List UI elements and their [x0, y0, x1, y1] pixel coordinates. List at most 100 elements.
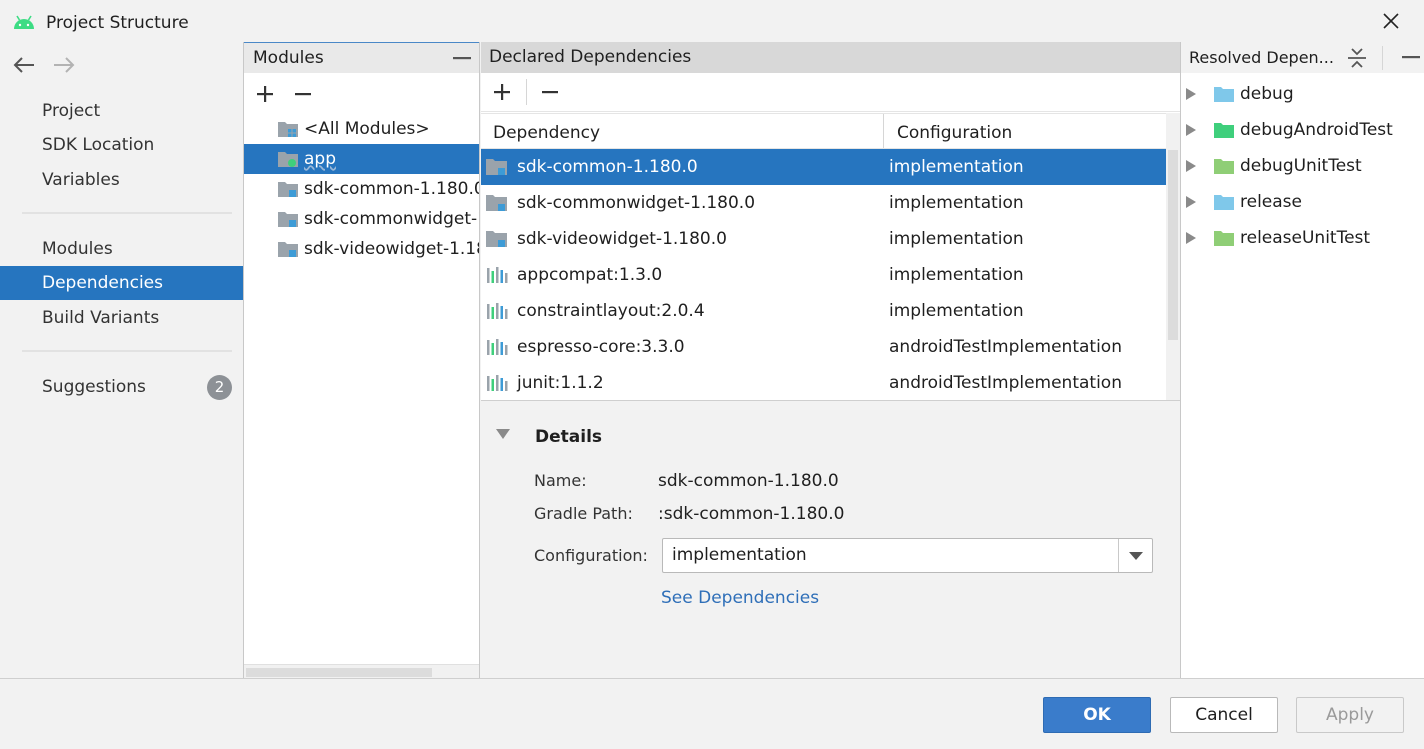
- expand-triangle-icon[interactable]: [1186, 88, 1196, 100]
- dialog-button-bar: OK Cancel Apply: [0, 678, 1424, 749]
- add-dependency-button[interactable]: [487, 73, 517, 112]
- toolbar-divider: [526, 79, 527, 105]
- resolved-item-release[interactable]: release: [1181, 184, 1424, 220]
- nav-divider: [22, 212, 232, 214]
- gradle-path-label: Gradle Path:: [534, 504, 633, 523]
- declared-dependencies-header: Declared Dependencies: [481, 42, 1180, 73]
- library-bars-icon: [487, 339, 508, 355]
- nav-item-modules[interactable]: Modules: [0, 232, 243, 266]
- scrollbar-thumb[interactable]: [246, 668, 432, 677]
- plus-icon: [494, 84, 510, 100]
- remove-module-button[interactable]: [288, 75, 318, 112]
- nav-item-suggestions[interactable]: Suggestions 2: [0, 370, 243, 404]
- expand-triangle-icon[interactable]: [1186, 196, 1196, 208]
- folder-icon: [1214, 87, 1234, 102]
- modules-panel-title: Modules: [253, 48, 324, 68]
- module-item-sdk-videowidget[interactable]: sdk-videowidget-1.180.0: [244, 234, 479, 264]
- forward-arrow-icon[interactable]: [50, 53, 76, 77]
- folder-icon: [1214, 159, 1234, 174]
- nav-divider: [22, 350, 232, 352]
- column-header-configuration[interactable]: Configuration: [897, 123, 1012, 143]
- module-folder-icon: [486, 231, 507, 247]
- modules-toolbar: [244, 75, 479, 112]
- module-folder-icon: [486, 159, 507, 175]
- details-title: Details: [535, 427, 603, 447]
- folder-icon: [1214, 123, 1234, 138]
- table-row[interactable]: constraintlayout:2.0.4 implementation: [481, 293, 1166, 329]
- minimize-icon[interactable]: [453, 57, 471, 61]
- configuration-combobox[interactable]: implementation: [662, 538, 1153, 573]
- library-bars-icon: [487, 303, 508, 319]
- nav-item-variables[interactable]: Variables: [0, 163, 243, 197]
- nav-item-project[interactable]: Project: [0, 94, 243, 128]
- close-icon[interactable]: [1380, 10, 1402, 32]
- table-row[interactable]: sdk-videowidget-1.180.0 implementation: [481, 221, 1166, 257]
- modules-horizontal-scrollbar[interactable]: [244, 664, 479, 678]
- resolved-item-debug[interactable]: debug: [1181, 76, 1424, 112]
- nav-item-sdk-location[interactable]: SDK Location: [0, 128, 243, 162]
- minus-icon: [542, 91, 558, 94]
- name-value: sdk-common-1.180.0: [658, 471, 839, 491]
- combobox-arrow-button[interactable]: [1118, 539, 1152, 572]
- minus-icon: [295, 93, 311, 96]
- toolbar-divider: [1382, 46, 1383, 70]
- resolved-item-debug-android-test[interactable]: debugAndroidTest: [1181, 112, 1424, 148]
- column-header-dependency[interactable]: Dependency: [493, 123, 600, 143]
- resolved-item-debug-unit-test[interactable]: debugUnitTest: [1181, 148, 1424, 184]
- modules-panel-header: Modules: [244, 42, 479, 73]
- minimize-icon[interactable]: [1402, 56, 1420, 60]
- table-row[interactable]: junit:1.1.2 androidTestImplementation: [481, 365, 1166, 401]
- resolved-item-release-unit-test[interactable]: releaseUnitTest: [1181, 220, 1424, 256]
- column-divider[interactable]: [883, 114, 884, 148]
- table-row[interactable]: sdk-commonwidget-1.180.0 implementation: [481, 185, 1166, 221]
- app-module-folder-icon: [278, 152, 298, 167]
- table-row[interactable]: sdk-common-1.180.0 implementation: [481, 149, 1166, 185]
- module-item-sdk-common[interactable]: sdk-common-1.180.0: [244, 174, 479, 204]
- dependencies-toolbar: [481, 73, 1180, 112]
- library-module-folder-icon: [278, 212, 298, 227]
- module-item-all-modules[interactable]: <All Modules>: [244, 114, 479, 144]
- configuration-combobox-value: implementation: [672, 545, 807, 565]
- android-icon: [14, 15, 34, 29]
- table-row[interactable]: espresso-core:3.3.0 androidTestImplement…: [481, 329, 1166, 365]
- gradle-path-value: :sdk-common-1.180.0: [658, 504, 845, 524]
- dependencies-vertical-scrollbar[interactable]: [1166, 113, 1180, 401]
- resolved-toolbar: [1346, 46, 1420, 70]
- name-label: Name:: [534, 471, 587, 490]
- folder-icon: [1214, 231, 1234, 246]
- ok-button[interactable]: OK: [1043, 697, 1151, 733]
- nav-item-build-variants[interactable]: Build Variants: [0, 301, 243, 335]
- resolved-dependencies-title: Resolved Depen...: [1189, 48, 1334, 67]
- all-modules-folder-icon: [278, 122, 298, 137]
- table-row[interactable]: appcompat:1.3.0 implementation: [481, 257, 1166, 293]
- window-title: Project Structure: [46, 13, 189, 33]
- expand-triangle-icon[interactable]: [1186, 160, 1196, 172]
- module-item-app[interactable]: app: [244, 144, 479, 174]
- configuration-label: Configuration:: [534, 546, 648, 565]
- cancel-button[interactable]: Cancel: [1170, 697, 1278, 733]
- remove-dependency-button[interactable]: [535, 73, 565, 112]
- module-folder-icon: [486, 195, 507, 211]
- suggestions-count-badge: 2: [207, 375, 232, 400]
- dependencies-table: Dependency Configuration sdk-common-1.18…: [481, 113, 1166, 401]
- modules-panel: Modules <All Modules> app sdk-common-1.1…: [243, 42, 480, 678]
- expand-triangle-icon[interactable]: [1186, 124, 1196, 136]
- chevron-down-icon: [1129, 552, 1143, 560]
- details-section: Details Name: sdk-common-1.180.0 Gradle …: [481, 400, 1180, 678]
- library-bars-icon: [487, 375, 508, 391]
- left-navigation: Project SDK Location Variables Modules D…: [0, 44, 243, 678]
- collapse-all-icon[interactable]: [1346, 46, 1368, 70]
- back-arrow-icon[interactable]: [12, 53, 38, 77]
- see-dependencies-link[interactable]: See Dependencies: [661, 588, 819, 608]
- library-bars-icon: [487, 267, 508, 283]
- module-item-sdk-commonwidget[interactable]: sdk-commonwidget-1.180.0: [244, 204, 479, 234]
- scrollbar-thumb[interactable]: [1168, 150, 1178, 340]
- resolved-dependencies-panel: Resolved Depen... debug debugAndroidTest…: [1180, 42, 1424, 678]
- declared-dependencies-panel: Declared Dependencies Dependency Configu…: [481, 42, 1180, 678]
- expand-triangle-icon[interactable]: [1186, 232, 1196, 244]
- collapse-triangle-icon[interactable]: [495, 428, 511, 440]
- apply-button[interactable]: Apply: [1296, 697, 1404, 733]
- add-module-button[interactable]: [250, 75, 280, 112]
- nav-item-dependencies[interactable]: Dependencies: [0, 266, 243, 300]
- plus-icon: [257, 86, 273, 102]
